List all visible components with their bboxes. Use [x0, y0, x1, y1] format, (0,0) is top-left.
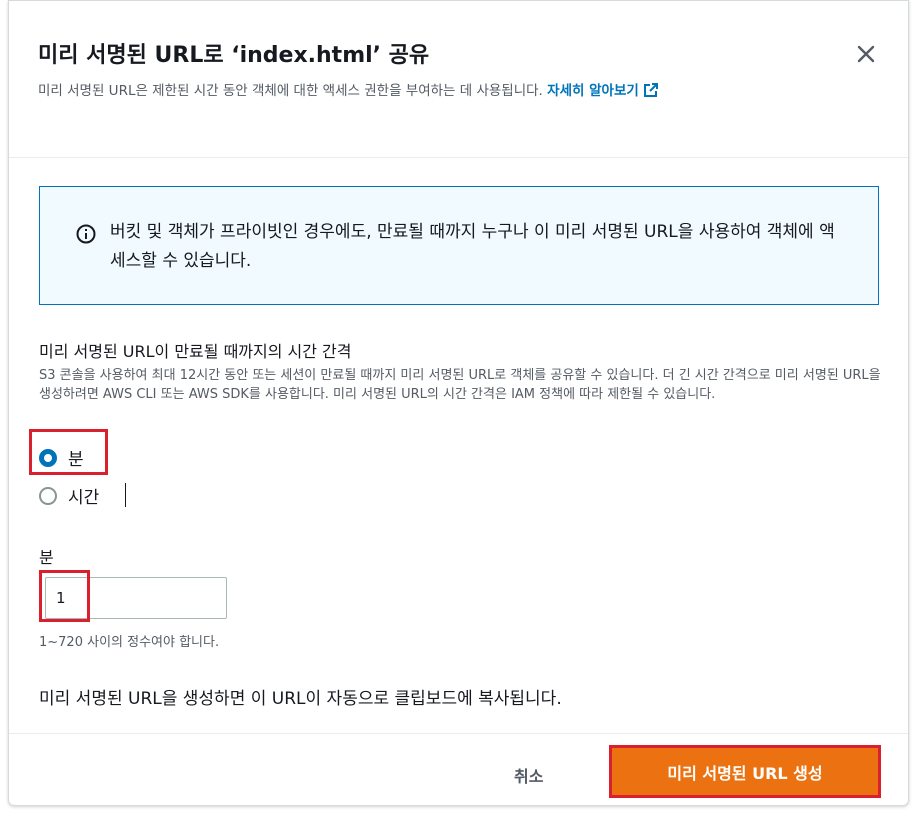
alert-text: 버킷 및 객체가 프라이빗인 경우에도, 만료될 때까지 누구나 이 미리 서명…	[110, 222, 835, 271]
minutes-constraint: 1~720 사이의 정수여야 합니다.	[39, 635, 220, 650]
modal-description: 미리 서명된 URL은 제한된 시간 동안 객체에 대한 액세스 권한을 부여하…	[38, 81, 848, 105]
share-presigned-url-modal: 미리 서명된 URL로 ‘index.html’ 공유 미리 서명된 URL은 …	[8, 0, 909, 806]
learn-more-link[interactable]: 자세히 알아보기	[547, 83, 659, 99]
create-presigned-url-button[interactable]: 미리 서명된 URL 생성	[609, 745, 881, 798]
learn-more-label: 자세히 알아보기	[547, 83, 639, 99]
modal-footer: 취소 미리 서명된 URL 생성	[9, 733, 908, 807]
highlight-box-minutes-input	[39, 570, 90, 622]
modal-header: 미리 서명된 URL로 ‘index.html’ 공유 미리 서명된 URL은 …	[9, 1, 908, 158]
clipboard-note: 미리 서명된 URL을 생성하면 이 URL이 자동으로 클립보드에 복사됩니다…	[39, 689, 562, 709]
close-icon[interactable]	[854, 42, 878, 66]
external-link-icon	[643, 82, 659, 105]
info-alert: 버킷 및 객체가 프라이빗인 경우에도, 만료될 때까지 누구나 이 미리 서명…	[39, 186, 879, 305]
info-icon	[76, 224, 96, 248]
interval-label: 미리 서명된 URL이 만료될 때까지의 시간 간격	[39, 342, 352, 361]
radio-hours-label: 시간	[68, 488, 100, 508]
interval-description: S3 콘솔을 사용하여 최대 12시간 동안 또는 세션이 만료될 때까지 미리…	[39, 368, 881, 402]
cancel-button[interactable]: 취소	[514, 763, 543, 787]
minutes-field-label: 분	[39, 548, 54, 567]
highlight-box-minutes	[29, 429, 108, 475]
modal-title: 미리 서명된 URL로 ‘index.html’ 공유	[38, 43, 430, 68]
description-text: 미리 서명된 URL은 제한된 시간 동안 객체에 대한 액세스 권한을 부여하…	[38, 83, 543, 99]
text-cursor	[125, 483, 126, 507]
radio-button-unchecked[interactable]	[39, 486, 57, 505]
radio-hours[interactable]: 시간	[39, 483, 99, 508]
